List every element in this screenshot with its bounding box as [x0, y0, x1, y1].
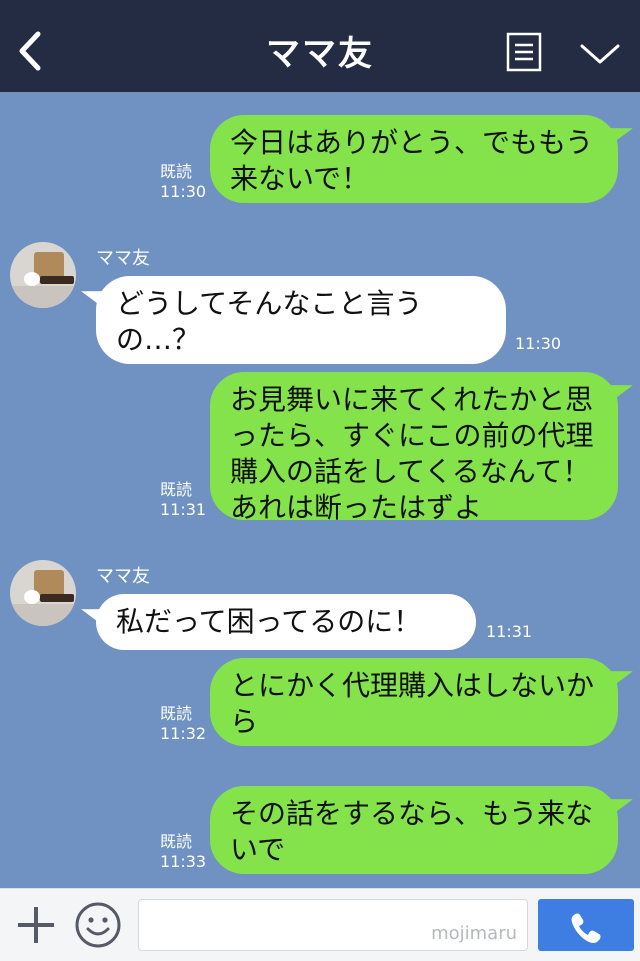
- watermark: mojimaru: [431, 923, 517, 944]
- add-button[interactable]: [16, 905, 56, 945]
- message-bubble-other[interactable]: 私だって困ってるのに！: [96, 594, 476, 650]
- message-meta: 既読 11:31: [160, 480, 206, 520]
- chat-area[interactable]: 今日はありがとう、でももう来ないで！ 既読 11:30 ママ友 どうしてそんなこ…: [0, 92, 640, 888]
- message-time: 11:33: [160, 852, 207, 871]
- emoji-button[interactable]: [74, 901, 122, 949]
- call-button[interactable]: [538, 899, 634, 951]
- read-receipt: 既読: [160, 162, 193, 181]
- chevron-down-icon: [580, 44, 620, 64]
- message-input[interactable]: mojimaru: [138, 899, 528, 951]
- sender-name: ママ友: [96, 566, 150, 587]
- message-bubble-me[interactable]: その話をするなら、もう来ないで: [210, 786, 618, 874]
- smiley-icon: [75, 902, 121, 948]
- chat-title: ママ友: [266, 34, 374, 74]
- message-time: 11:31: [486, 622, 533, 641]
- avatar[interactable]: [10, 560, 76, 626]
- read-receipt: 既読: [160, 480, 193, 499]
- message-bubble-other[interactable]: どうしてそんなこと言うの…？: [96, 276, 506, 364]
- document-menu-icon: [506, 32, 542, 72]
- message-meta: 既読 11:30: [160, 162, 206, 202]
- plus-icon: [18, 907, 54, 943]
- sender-name: ママ友: [96, 248, 150, 269]
- read-receipt: 既読: [160, 704, 193, 723]
- message-time: 11:32: [160, 724, 207, 743]
- expand-button[interactable]: [578, 38, 622, 68]
- message-bubble-me[interactable]: お見舞いに来てくれたかと思ったら、すぐにこの前の代理購入の話をしてくるなんて！あ…: [210, 372, 618, 524]
- avatar[interactable]: [10, 242, 76, 308]
- phone-icon: [571, 913, 601, 943]
- input-bar: mojimaru: [0, 888, 640, 961]
- menu-button[interactable]: [506, 32, 542, 72]
- message-time: 11:30: [160, 182, 207, 201]
- message-meta: 既読 11:32: [160, 704, 206, 744]
- chat-header: ママ友: [0, 0, 640, 92]
- message-time: 11:31: [160, 500, 207, 519]
- read-receipt: 既読: [160, 832, 193, 851]
- message-meta: 既読 11:33: [160, 832, 206, 872]
- message-time: 11:30: [515, 334, 562, 353]
- message-bubble-me[interactable]: とにかく代理購入はしないから: [210, 658, 618, 746]
- message-bubble-me[interactable]: 今日はありがとう、でももう来ないで！: [210, 115, 618, 203]
